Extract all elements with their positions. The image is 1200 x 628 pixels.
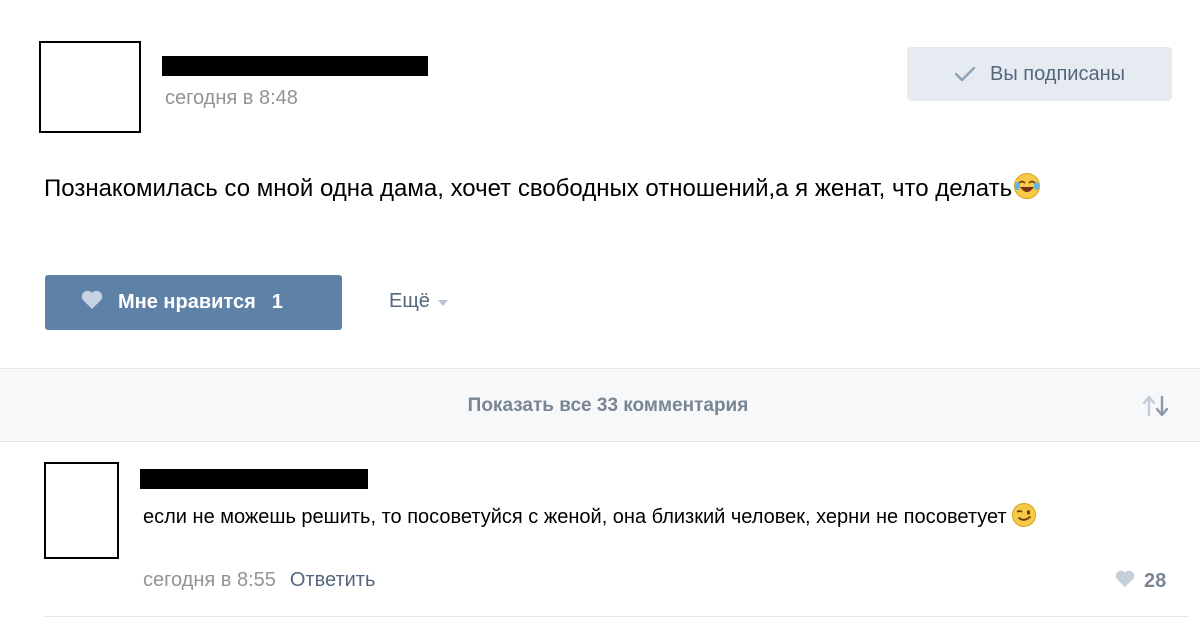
comment-author-avatar[interactable]: [44, 462, 119, 559]
reply-link[interactable]: Ответить: [290, 569, 376, 592]
comment-meta: сегодня в 8:55 Ответить: [143, 569, 375, 592]
more-label: Ещё: [389, 290, 430, 312]
like-button[interactable]: Мне нравится 1: [45, 275, 342, 330]
post-date[interactable]: сегодня в 8:48: [165, 87, 298, 110]
comment-text-content: если не можешь решить, то посоветуйся с …: [143, 506, 1007, 528]
post-text: Познакомилась со мной одна дама, хочет с…: [44, 170, 1154, 211]
laughing-tears-emoji-icon: [1013, 172, 1041, 211]
show-all-comments-bar[interactable]: Показать все 33 комментария: [0, 368, 1200, 442]
divider: [44, 616, 1189, 617]
show-all-comments-label: Показать все 33 комментария: [467, 395, 749, 416]
post-author-avatar[interactable]: [39, 41, 141, 133]
heart-icon: [1114, 569, 1136, 594]
subscribed-button-label: Вы подписаны: [990, 62, 1125, 85]
check-icon: [954, 65, 976, 83]
comment-date[interactable]: сегодня в 8:55: [143, 569, 276, 592]
comment-like-count: 28: [1144, 570, 1167, 592]
like-count: 1: [271, 291, 283, 313]
comment-author-name-redacted: [140, 469, 368, 489]
subscribed-button[interactable]: Вы подписаны: [907, 47, 1172, 101]
like-label: Мне нравится: [118, 291, 256, 313]
heart-icon: [80, 289, 104, 316]
more-button[interactable]: Ещё: [389, 290, 448, 313]
post-author-name-redacted: [162, 56, 428, 76]
chevron-down-icon: [437, 300, 448, 306]
sort-arrows-icon[interactable]: [1140, 393, 1172, 424]
post-text-content: Познакомилась со мной одна дама, хочет с…: [44, 175, 1013, 202]
winking-face-emoji-icon: [1011, 502, 1037, 538]
comment-like-button[interactable]: 28: [1114, 569, 1166, 594]
comment-text: если не можешь решить, то посоветуйся с …: [143, 501, 1143, 538]
